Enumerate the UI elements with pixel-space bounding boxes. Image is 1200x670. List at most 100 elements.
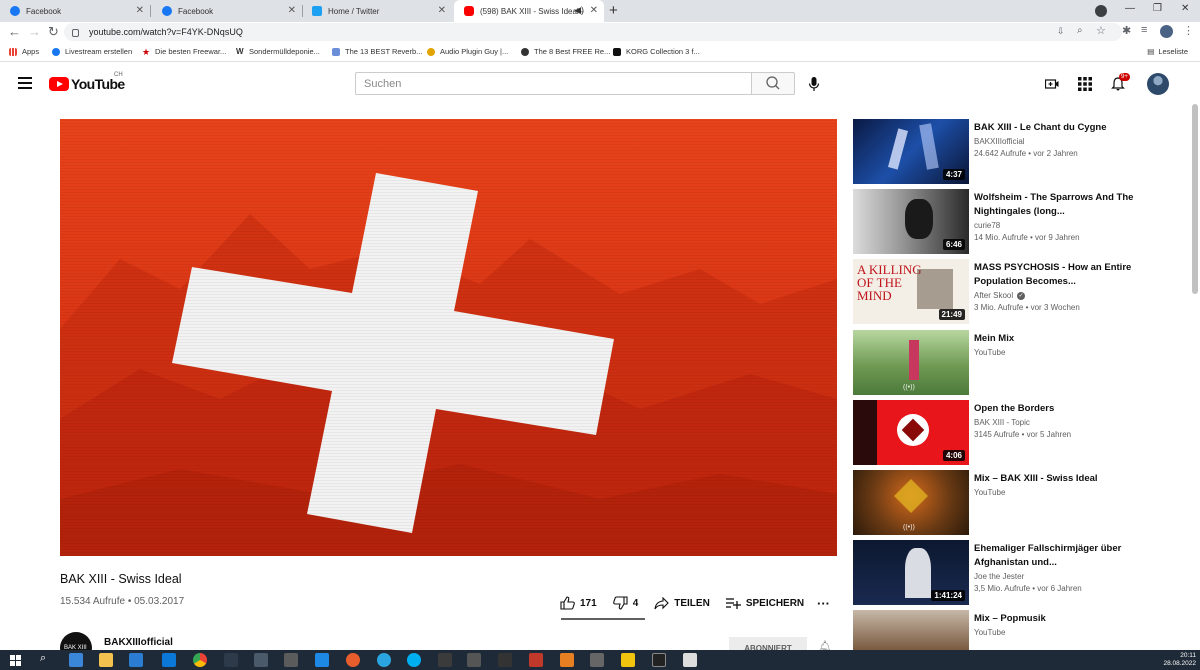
app-icon[interactable] [529,653,543,667]
video-thumbnail[interactable]: 1:41:24 [853,540,969,605]
app-icon[interactable] [560,653,574,667]
microphone-icon[interactable] [807,76,821,92]
recommendation-title[interactable]: Mix – BAK XIII - Swiss Ideal [974,472,1174,486]
url-field[interactable]: youtube.com/watch?v=F4YK-DNqsUQ [64,23,1122,41]
recommendation-item[interactable]: ((•)) Mix – BAK XIII - Swiss Ideal YouTu… [853,470,1183,536]
bookmark-best-free[interactable]: The 8 Best FREE Re... [521,47,610,56]
forward-arrow-icon[interactable]: → [28,24,41,39]
app-icon[interactable] [438,653,452,667]
recommendation-title[interactable]: Mein Mix [974,332,1174,346]
chrome-menu-icon[interactable]: ⋮ [1183,24,1194,37]
recommendation-title[interactable]: Wolfsheim - The Sparrows And The Nightin… [974,191,1174,219]
recommendation-item[interactable]: 4:06 Open the Borders BAK XIII - Topic 3… [853,400,1183,466]
recommendation-item[interactable]: Mix – Popmusik YouTube [853,610,1183,650]
recommendation-channel[interactable]: BAK XIII - Topic [974,418,1030,427]
apps-grid-icon[interactable] [1078,77,1092,91]
app-icon[interactable] [467,653,481,667]
app-icon[interactable] [498,653,512,667]
reading-list[interactable]: ▤ Leseliste [1147,47,1188,56]
app-icon[interactable] [315,653,329,667]
close-tab-icon[interactable]: ✕ [136,5,144,16]
recommendation-title[interactable]: Ehemaliger Fallschirmjäger über Afghanis… [974,542,1174,570]
tab-facebook-2[interactable]: Facebook ✕ [152,0,303,22]
save-button[interactable]: SPEICHERN [725,597,804,609]
edge-icon[interactable] [129,653,143,667]
bookmark-sondermuell[interactable]: W Sondermülldeponie... [236,47,320,56]
app-icon[interactable] [590,653,604,667]
bookmark-korg[interactable]: KORG Collection 3 f... [613,47,700,56]
bookmark-freeware[interactable]: ★ Die besten Freewar... [142,47,226,56]
video-thumbnail[interactable] [853,610,969,650]
video-thumbnail[interactable]: A KILLING OF THE MIND 21:49 [853,259,969,324]
video-thumbnail[interactable]: ((•)) [853,330,969,395]
share-button[interactable]: TEILEN [654,596,710,610]
recommendation-channel[interactable]: BAKXIIIofficial [974,137,1025,146]
youtube-logo[interactable]: YouTube [49,76,125,92]
terminal-icon[interactable] [652,653,666,667]
mail-icon[interactable] [162,653,176,667]
install-icon[interactable]: ⇩ [1057,26,1065,37]
recommendation-channel[interactable]: YouTube [974,628,1005,637]
close-tab-icon[interactable]: ✕ [438,5,446,16]
recommendation-title[interactable]: BAK XIII - Le Chant du Cygne [974,121,1174,135]
video-thumbnail[interactable]: 6:46 [853,189,969,254]
windows-start-icon[interactable] [10,655,21,666]
recommendation-item[interactable]: ((•)) Mein Mix YouTube [853,330,1183,396]
search-icon[interactable]: ⌕ [40,652,46,665]
more-actions-icon[interactable]: ··· [817,596,830,611]
video-thumbnail[interactable]: 4:06 [853,400,969,465]
tab-search-icon[interactable] [1095,5,1107,17]
media-control-icon[interactable]: ≡ [1141,24,1147,36]
menu-icon[interactable] [18,77,32,92]
reload-icon[interactable]: ↻ [48,24,59,40]
profile-avatar-icon[interactable] [1160,25,1173,38]
dislike-button[interactable]: 4 [612,596,638,610]
recommendation-item[interactable]: 6:46 Wolfsheim - The Sparrows And The Ni… [853,189,1183,255]
like-button[interactable]: 171 [560,596,597,610]
recommendation-channel[interactable]: YouTube [974,348,1005,357]
tab-youtube-active[interactable]: (598) BAK XIII - Swiss Ideal - ◀) ✕ [454,0,604,22]
recommendation-channel[interactable]: curie78 [974,221,1000,230]
recommendation-channel[interactable]: Joe the Jester [974,572,1024,581]
app-icon[interactable] [224,653,238,667]
recommendation-title[interactable]: Open the Borders [974,402,1174,416]
page-scrollbar[interactable] [1192,104,1198,294]
extensions-icon[interactable]: ✱ [1122,24,1131,37]
file-explorer-icon[interactable] [99,653,113,667]
bookmark-reverb[interactable]: The 13 BEST Reverb... [332,47,422,56]
search-input[interactable]: Suchen [355,72,752,95]
recommendation-item[interactable]: 4:37 BAK XIII - Le Chant du Cygne BAKXII… [853,119,1183,185]
recommendation-channel[interactable]: After Skool ✓ [974,291,1026,300]
system-clock[interactable]: 20:11 28.08.2022 [1163,652,1196,668]
minimize-button[interactable]: — [1125,3,1135,14]
recommendation-title[interactable]: Mix – Popmusik [974,612,1174,626]
recommendation-title[interactable]: MASS PSYCHOSIS - How an Entire Populatio… [974,261,1174,289]
notepad-icon[interactable] [683,653,697,667]
zoom-icon[interactable]: ⌕ [1077,25,1083,36]
audio-playing-icon[interactable]: ◀) [574,5,584,16]
bookmark-apps[interactable]: Apps [9,47,39,56]
recommendation-item[interactable]: 1:41:24 Ehemaliger Fallschirmjäger über … [853,540,1183,606]
tab-twitter[interactable]: Home / Twitter ✕ [302,0,452,22]
back-arrow-icon[interactable]: ← [8,24,21,39]
new-tab-button[interactable]: + [609,2,618,19]
app-icon[interactable] [621,653,635,667]
task-view-icon[interactable] [69,653,83,667]
close-tab-icon[interactable]: ✕ [590,5,598,16]
create-video-icon[interactable] [1045,77,1059,91]
telegram-icon[interactable] [377,653,391,667]
recommendation-channel[interactable]: YouTube [974,488,1005,497]
video-thumbnail[interactable]: 4:37 [853,119,969,184]
tab-facebook-1[interactable]: Facebook ✕ [0,0,151,22]
close-window-button[interactable]: ✕ [1181,3,1189,14]
bookmark-livestream[interactable]: Livestream erstellen [52,47,132,56]
bookmark-audio-plugin[interactable]: Audio Plugin Guy |... [427,47,508,56]
skype-icon[interactable] [407,653,421,667]
bookmark-star-icon[interactable]: ☆ [1096,24,1106,37]
account-avatar[interactable] [1147,73,1169,95]
chrome-icon[interactable] [193,653,207,667]
video-thumbnail[interactable]: ((•)) [853,470,969,535]
search-button[interactable] [751,72,795,95]
video-player[interactable] [60,119,837,556]
close-tab-icon[interactable]: ✕ [288,5,296,16]
